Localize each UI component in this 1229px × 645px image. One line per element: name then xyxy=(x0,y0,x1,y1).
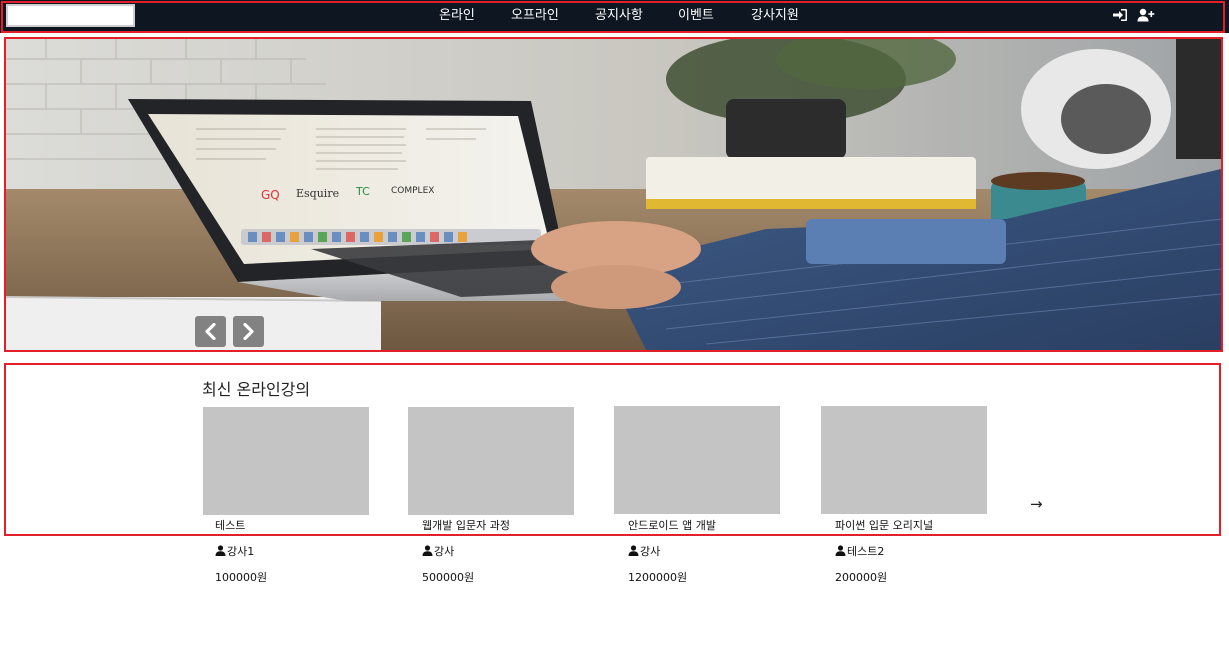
hero-carousel: GQ Esquire TC COMPLEX xyxy=(4,37,1223,352)
course-thumbnail[interactable] xyxy=(821,406,987,514)
course-instructor: 강사1 xyxy=(215,543,254,559)
course-price: 1200000원 xyxy=(628,571,688,584)
svg-text:COMPLEX: COMPLEX xyxy=(391,186,434,196)
navbar-highlight-frame xyxy=(1,1,1225,33)
chevron-left-icon xyxy=(205,323,216,340)
svg-text:TC: TC xyxy=(355,185,370,198)
course-title[interactable]: 테스트 xyxy=(215,517,245,533)
carousel-prev-button[interactable] xyxy=(195,316,226,347)
course-price: 500000원 xyxy=(422,571,475,584)
course-title[interactable]: 파이썬 입문 오리지널 xyxy=(835,517,933,533)
course-price: 100000원 xyxy=(215,571,268,584)
user-icon xyxy=(628,545,639,556)
course-thumbnail[interactable] xyxy=(408,407,574,515)
course-instructor: 강사 xyxy=(628,543,660,559)
course-title[interactable]: 안드로이드 앱 개발 xyxy=(628,517,716,533)
chevron-right-icon xyxy=(243,323,254,340)
course-instructor: 테스트2 xyxy=(835,543,884,559)
course-price: 200000원 xyxy=(835,571,888,584)
user-icon xyxy=(422,545,433,556)
hero-laptop-image: GQ Esquire TC COMPLEX xyxy=(6,39,1221,350)
section-title: 최신 온라인강의 xyxy=(202,380,311,399)
svg-text:GQ: GQ xyxy=(261,188,280,202)
user-icon xyxy=(215,545,226,556)
course-title[interactable]: 웹개발 입문자 과정 xyxy=(422,517,510,533)
courses-next-arrow[interactable]: → xyxy=(1030,495,1043,513)
course-thumbnail[interactable] xyxy=(614,406,780,514)
svg-text:Esquire: Esquire xyxy=(296,187,339,200)
carousel-next-button[interactable] xyxy=(233,316,264,347)
user-icon xyxy=(835,545,846,556)
course-thumbnail[interactable] xyxy=(203,407,369,515)
course-instructor: 강사 xyxy=(422,543,454,559)
